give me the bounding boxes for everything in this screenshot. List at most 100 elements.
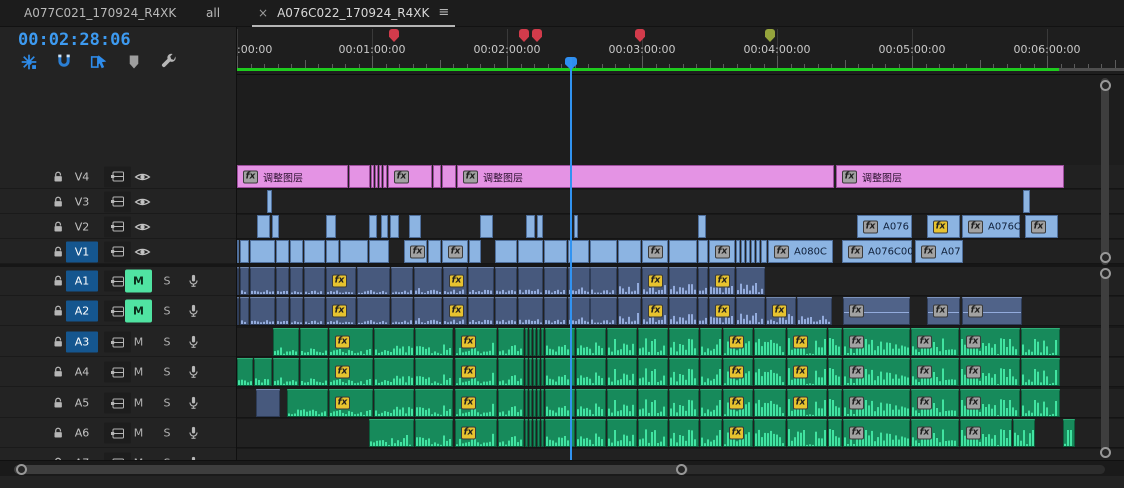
timeline-clip[interactable]: fxA07 bbox=[915, 240, 963, 263]
timeline-clip[interactable] bbox=[1021, 358, 1060, 386]
timeline-clip[interactable]: fx bbox=[455, 389, 497, 417]
solo-button[interactable]: S bbox=[160, 275, 174, 288]
timeline-clip[interactable] bbox=[518, 240, 543, 263]
timeline-clip[interactable] bbox=[1013, 419, 1035, 447]
fx-badge[interactable]: fx bbox=[917, 366, 932, 379]
timeline-clip[interactable] bbox=[273, 328, 299, 356]
fx-badge[interactable]: fx bbox=[917, 336, 932, 349]
timeline-ruler[interactable]: :00:0000:01:00:0000:02:00:0000:03:00:000… bbox=[237, 27, 1124, 75]
audio-scroll-handle-bottom[interactable] bbox=[1100, 447, 1111, 458]
timeline-clip[interactable] bbox=[240, 297, 249, 325]
timeline-clip[interactable]: fx bbox=[843, 297, 910, 325]
lock-icon[interactable] bbox=[51, 274, 65, 289]
timeline-clip[interactable] bbox=[761, 240, 767, 263]
timeline-clip[interactable]: fx调整图层 bbox=[457, 165, 834, 188]
fx-badge[interactable]: fx bbox=[848, 245, 863, 258]
fx-badge[interactable]: fx bbox=[842, 170, 857, 183]
timeline-clip[interactable] bbox=[375, 165, 378, 188]
track-target-A2[interactable]: A2 bbox=[66, 301, 98, 322]
timeline-clip[interactable]: fx bbox=[642, 267, 668, 295]
timeline-clip[interactable] bbox=[541, 389, 544, 417]
source-patch-icon[interactable] bbox=[104, 191, 131, 212]
fx-badge[interactable]: fx bbox=[772, 305, 787, 318]
timeline-clip[interactable] bbox=[379, 165, 382, 188]
timeline-clip[interactable] bbox=[369, 215, 377, 238]
timeline-clip[interactable]: fx bbox=[329, 328, 373, 356]
timeline-clip[interactable] bbox=[533, 419, 536, 447]
timeline-clip[interactable]: fx bbox=[1025, 215, 1058, 238]
timeline-clip[interactable] bbox=[607, 419, 637, 447]
timeline-clip[interactable] bbox=[290, 297, 303, 325]
timeline-clip[interactable] bbox=[518, 267, 543, 295]
playhead-line[interactable] bbox=[570, 57, 572, 460]
timeline-clip[interactable] bbox=[304, 240, 325, 263]
timeline-clip[interactable] bbox=[290, 267, 303, 295]
timeline-clip[interactable] bbox=[607, 328, 637, 356]
fx-badge[interactable]: fx bbox=[335, 366, 350, 379]
sequence-marker-olive[interactable] bbox=[765, 29, 775, 42]
timeline-clip[interactable]: fx bbox=[843, 328, 910, 356]
mute-button[interactable]: M bbox=[125, 361, 152, 384]
fx-badge[interactable]: fx bbox=[849, 427, 864, 440]
timeline-clip[interactable]: fx bbox=[843, 419, 910, 447]
timeline-clip[interactable]: fx bbox=[927, 215, 960, 238]
timeline-clip[interactable] bbox=[797, 297, 832, 325]
fx-badge[interactable]: fx bbox=[968, 305, 983, 318]
timeline-clip[interactable] bbox=[607, 389, 637, 417]
fx-badge[interactable]: fx bbox=[1031, 220, 1046, 233]
timeline-clip[interactable] bbox=[468, 297, 494, 325]
timeline-clip[interactable] bbox=[526, 215, 535, 238]
timeline-clip[interactable] bbox=[276, 297, 289, 325]
fx-badge[interactable]: fx bbox=[921, 245, 936, 258]
timeline-clip[interactable] bbox=[756, 240, 760, 263]
track-target-A4[interactable]: A4 bbox=[66, 362, 98, 383]
fx-badge[interactable]: fx bbox=[648, 245, 663, 258]
timeline-clip[interactable]: fx bbox=[443, 267, 467, 295]
timeline-clip[interactable] bbox=[256, 389, 280, 417]
fx-badge[interactable]: fx bbox=[917, 397, 932, 410]
fx-badge[interactable]: fx bbox=[332, 275, 347, 288]
fx-badge[interactable]: fx bbox=[243, 170, 258, 183]
sequence-marker-red[interactable] bbox=[519, 29, 529, 42]
timeline-clip[interactable] bbox=[618, 297, 641, 325]
timeline-clip[interactable] bbox=[736, 267, 765, 295]
timeline-clip[interactable] bbox=[544, 297, 567, 325]
track-target-V3[interactable]: V3 bbox=[66, 191, 98, 212]
timeline-clip[interactable]: fx调整图层 bbox=[237, 165, 348, 188]
timeline-clip[interactable]: fx bbox=[642, 240, 668, 263]
audio-scroll-handle-top[interactable] bbox=[1100, 268, 1111, 279]
timeline-clip[interactable]: fx bbox=[766, 297, 796, 325]
timeline-clip[interactable] bbox=[498, 358, 524, 386]
voiceover-mic-icon[interactable] bbox=[186, 304, 201, 319]
lock-icon[interactable] bbox=[51, 335, 65, 350]
timeline-clip[interactable] bbox=[469, 240, 481, 263]
timeline-clip[interactable]: fx bbox=[709, 297, 735, 325]
timeline-clip[interactable] bbox=[267, 190, 272, 213]
timeline-clip[interactable] bbox=[537, 419, 540, 447]
timeline-clip[interactable] bbox=[273, 358, 299, 386]
timeline-clip[interactable]: fx bbox=[843, 389, 910, 417]
timeline-clip[interactable] bbox=[495, 240, 517, 263]
fx-badge[interactable]: fx bbox=[449, 275, 464, 288]
video-scroll-handle-bottom[interactable] bbox=[1100, 252, 1111, 263]
timeline-clip[interactable]: fx bbox=[927, 297, 960, 325]
mute-button[interactable]: M bbox=[125, 422, 152, 445]
voiceover-mic-icon[interactable] bbox=[186, 335, 201, 350]
solo-button[interactable]: S bbox=[160, 427, 174, 440]
track-target-V1[interactable]: V1 bbox=[66, 241, 98, 262]
timeline-clip[interactable] bbox=[544, 240, 567, 263]
source-patch-icon[interactable] bbox=[104, 216, 131, 237]
timeline-clip[interactable] bbox=[381, 215, 388, 238]
timeline-clip[interactable] bbox=[391, 297, 413, 325]
track-lane-A3[interactable]: fxfxfxfxfxfxfx bbox=[237, 328, 1124, 357]
scroll-zoom-handle-right[interactable] bbox=[676, 464, 687, 475]
sequence-marker-red[interactable] bbox=[532, 29, 542, 42]
timeline-clip[interactable] bbox=[669, 389, 699, 417]
timeline-clip[interactable]: fxA080C bbox=[768, 240, 833, 263]
add-marker-icon[interactable] bbox=[125, 53, 143, 71]
timeline-clip[interactable] bbox=[669, 419, 699, 447]
fx-badge[interactable]: fx bbox=[729, 336, 744, 349]
source-patch-icon[interactable] bbox=[104, 241, 131, 262]
fx-badge[interactable]: fx bbox=[648, 275, 663, 288]
timeline-clip[interactable] bbox=[240, 240, 249, 263]
